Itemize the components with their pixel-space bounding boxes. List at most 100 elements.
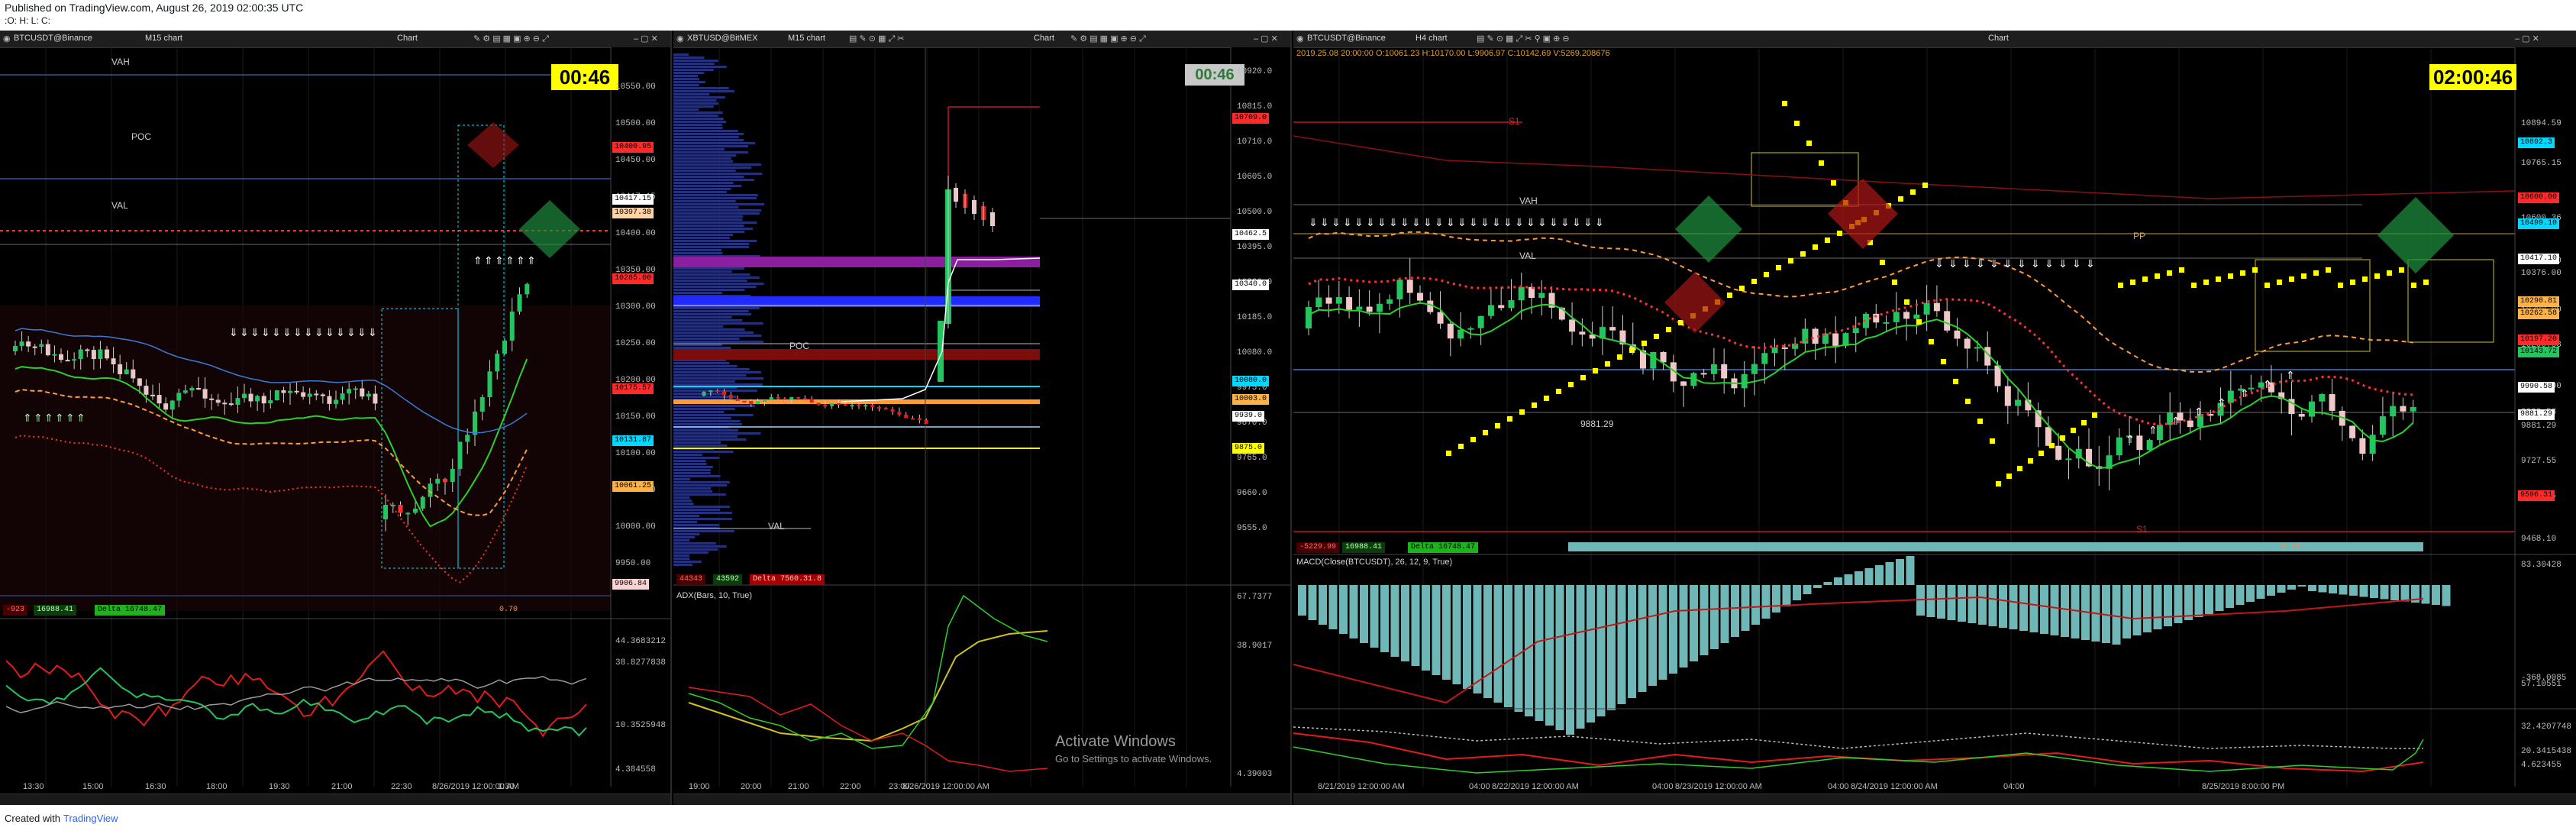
macd-hist-bar	[1349, 585, 1358, 638]
candle-body	[405, 512, 411, 515]
sar-dot	[1910, 189, 1916, 195]
price-tick: 10920.0	[1237, 67, 1273, 76]
candle-body	[327, 396, 332, 404]
chart-panel-btcusdt-h4[interactable]: ◉ BTCUSDT@Binance H4 chart ▤ ✎ ⊙ ▦ ⤢ ✂ ⚲…	[1293, 31, 2576, 805]
price-chart-canvas[interactable]: ⇓ ⇓ ⇓ ⇓ ⇓ ⇓ ⇓ ⇓ ⇓ ⇓ ⇓ ⇓ ⇓ ⇓⇑ ⇑ ⇑ ⇑ ⇑ ⇑⇑ ⇑ ⇑ ⇑ ⇑ ⇑	[0, 31, 672, 794]
price-badge: 10400.95	[612, 142, 654, 153]
sar-dot	[2313, 270, 2319, 276]
buy-arrow: ⇑	[2148, 424, 2158, 436]
candle-body	[228, 403, 234, 406]
level-band-poc	[673, 349, 1040, 360]
time-tick: 13:30	[23, 782, 44, 791]
sar-dot	[2289, 276, 2294, 282]
osc-tick: 4.623455	[2521, 761, 2561, 770]
candle-body	[65, 360, 70, 362]
candle-body	[2309, 401, 2315, 417]
price-chart-canvas[interactable]	[673, 31, 1292, 794]
volume-profile-bar	[673, 63, 715, 65]
macd-hist-bar	[1864, 568, 1874, 585]
candle-body	[850, 405, 854, 407]
time-scrollbar[interactable]	[0, 794, 670, 805]
price-chart-canvas[interactable]: ⇓ ⇓ ⇓ ⇓ ⇓ ⇓ ⇓ ⇓ ⇓ ⇓ ⇓ ⇓ ⇓ ⇓ ⇓ ⇓ ⇓ ⇓ ⇓ ⇓ ⇓ ⇓ ⇓ ⇓ ⇓ ⇓⇓ ⇓ ⇓ ⇓ ⇓ ⇓ ⇓ ⇓ ⇓ ⇓ ⇓ ⇓⇑⇑…	[1293, 31, 2576, 794]
volume-profile-bar	[673, 368, 750, 370]
candle-body	[1802, 328, 1809, 344]
sell-arrow: ⇓	[1935, 257, 1944, 270]
buy-arrow: ⇑	[473, 254, 483, 267]
candle-body	[1406, 280, 1413, 293]
price-badge: 10175.57	[612, 383, 654, 394]
price-tick: 10100.00	[615, 449, 656, 458]
candle-body	[2136, 435, 2143, 451]
macd-hist-bar	[1545, 585, 1554, 726]
macd-hist-bar	[1463, 585, 1471, 689]
candle-body	[1467, 328, 1474, 330]
volume-profile-bar	[673, 371, 761, 373]
macd-hist-bar	[2287, 585, 2296, 590]
sar-dot	[2081, 420, 2087, 425]
sar-dot	[2374, 273, 2380, 279]
macd-hist-bar	[2432, 585, 2440, 605]
candle-body	[443, 478, 447, 482]
macd-hist-bar	[1926, 585, 1935, 617]
time-scrollbar[interactable]	[1293, 794, 2576, 805]
candle-body	[2298, 414, 2305, 417]
candle-body	[1974, 347, 1980, 349]
candle-body	[307, 393, 312, 397]
sar-dot	[1806, 141, 1812, 146]
candle-body	[1518, 286, 1525, 301]
macd-hist-bar	[1328, 585, 1338, 629]
buy-arrow: ⇑	[66, 412, 75, 424]
sar-dot	[1580, 375, 1586, 380]
volume-profile-bar	[673, 166, 752, 169]
volume-profile-bar	[673, 136, 739, 138]
sar-dot	[2301, 273, 2306, 279]
volume-profile-bar	[673, 539, 690, 541]
level-band-orange	[673, 399, 1040, 404]
sell-arrow: ⇓	[336, 326, 345, 338]
macd-hist-bar	[1968, 585, 1977, 623]
sell-arrow: ⇓	[229, 326, 238, 338]
volume-profile-bar	[673, 487, 712, 490]
adx-line	[688, 630, 1048, 742]
sar-dot	[1996, 481, 2001, 486]
volume-profile-bar	[673, 506, 731, 508]
volume-profile-bar	[673, 475, 721, 477]
macd-hist-bar	[1999, 585, 2007, 628]
volume-profile-bar	[673, 307, 760, 309]
volume-profile-bar	[673, 408, 735, 410]
volume-profile-bar	[673, 493, 726, 496]
chart-panel-xbtusd-m15[interactable]: ◉ XBTUSD@BitMEX M15 chart ▤ ✎ ⊙ ▦ ⤢ ✂ Ch…	[673, 31, 1292, 805]
volume-profile-bar	[673, 432, 761, 435]
tradingview-logo-text[interactable]: TradingView	[63, 813, 118, 824]
macd-hist-bar	[1493, 585, 1503, 703]
macd-hist-bar	[1308, 585, 1317, 620]
macd-hist-bar	[1679, 585, 1688, 668]
time-scrollbar[interactable]	[673, 794, 1290, 805]
time-tick: 8/26/2019 12:00:00 AM	[902, 782, 989, 791]
macd-hist-bar	[1885, 562, 1894, 585]
volume-profile-bar	[673, 454, 702, 456]
sar-dot	[2118, 283, 2123, 288]
price-tick: 9468.10	[2521, 535, 2557, 544]
osc-green	[1293, 739, 2424, 774]
candle-body	[1569, 319, 1576, 332]
volume-profile-bar	[673, 240, 757, 242]
macd-hist-bar	[1370, 585, 1379, 648]
candle-body	[517, 294, 522, 312]
candle-body	[1964, 338, 1971, 349]
candle-body	[360, 388, 365, 397]
sell-arrow: ⇓	[1561, 216, 1570, 228]
candle-body	[72, 359, 77, 361]
candle-body	[182, 390, 188, 393]
macd-hist-bar	[2153, 585, 2162, 629]
price-tick: 10395.0	[1237, 243, 1273, 252]
candle-body	[281, 390, 286, 393]
macd-hist-bar	[1947, 585, 1956, 620]
price-tick: 10815.0	[1237, 102, 1273, 112]
price-tick: 9660.0	[1237, 489, 1267, 498]
chart-panel-btcusdt-m15[interactable]: ◉ BTCUSDT@Binance M15 chart Chart ✎ ⚙ ▤ …	[0, 31, 672, 805]
sell-arrow: ⇓	[1366, 216, 1375, 228]
macd-hist-bar	[2184, 585, 2193, 620]
candle-body	[39, 344, 44, 347]
candle-body	[924, 419, 928, 424]
